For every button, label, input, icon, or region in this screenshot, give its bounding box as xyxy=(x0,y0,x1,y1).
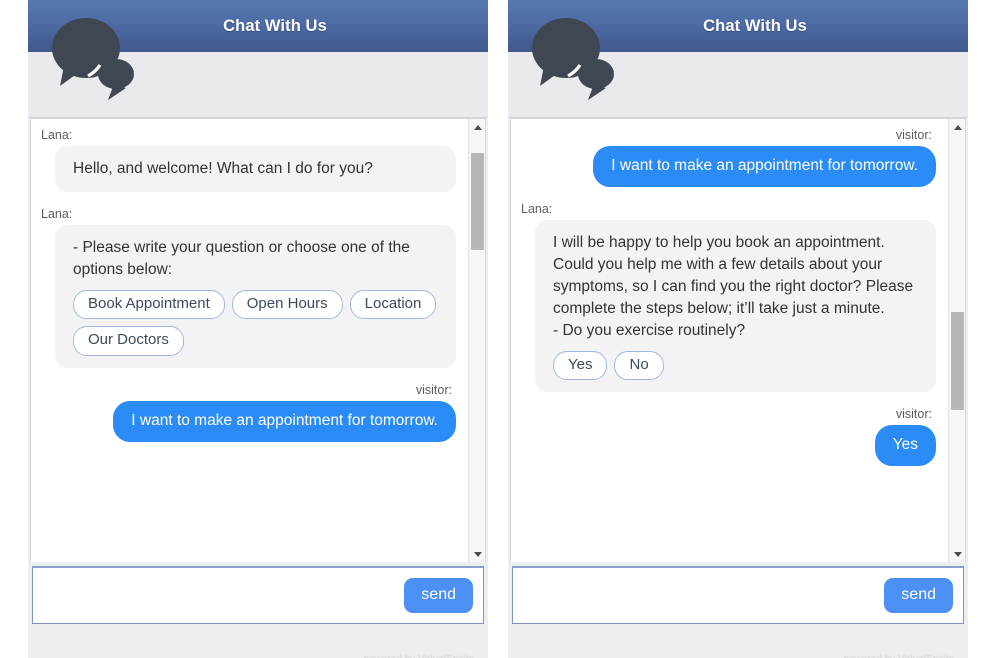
chat-subheader-band-right xyxy=(508,52,968,118)
quick-reply-options: Yes No xyxy=(553,350,920,381)
chat-subheader-band-left xyxy=(28,52,488,118)
message-sender-label: visitor: xyxy=(895,128,932,142)
send-button-left[interactable]: send xyxy=(404,578,473,613)
send-button-right[interactable]: send xyxy=(884,578,953,613)
message-area-right: visitor: I want to make an appointment f… xyxy=(510,118,966,562)
message-sender-label: Lana: xyxy=(41,206,73,221)
option-no[interactable]: No xyxy=(614,350,664,381)
message-sender-label: Lana: xyxy=(41,128,73,142)
brand-credit: powered by VirtualSpirits xyxy=(844,654,954,658)
option-book-appointment[interactable]: Book Appointment xyxy=(73,289,225,320)
bot-message-bubble: I will be happy to help you book an appo… xyxy=(535,219,936,393)
scroll-down-arrow-icon[interactable] xyxy=(949,546,965,562)
message-list-left: Lana: Hello, and welcome! What can I do … xyxy=(31,119,468,562)
composer-right: send xyxy=(508,562,968,626)
bot-message-bubble: Hello, and welcome! What can I do for yo… xyxy=(55,145,456,192)
option-yes[interactable]: Yes xyxy=(553,350,608,381)
chat-header-left: Chat With Us xyxy=(28,0,488,100)
message-row: Lana: Hello, and welcome! What can I do … xyxy=(41,128,456,192)
message-row: Lana: - Please write your question or ch… xyxy=(41,206,456,368)
composer-left: send xyxy=(28,562,488,626)
user-message-row: I want to make an appointment for tomorr… xyxy=(521,145,936,187)
message-list-right: visitor: I want to make an appointment f… xyxy=(511,119,948,562)
message-sender-label: visitor: xyxy=(895,407,932,422)
user-message-bubble: I want to make an appointment for tomorr… xyxy=(593,145,936,187)
message-row: Lana: I will be happy to help you book a… xyxy=(521,201,936,393)
bot-message-bubble: - Please write your question or choose o… xyxy=(55,224,456,368)
scroll-up-arrow-icon[interactable] xyxy=(469,119,485,135)
option-our-doctors[interactable]: Our Doctors xyxy=(73,326,184,356)
scroll-up-arrow-icon[interactable] xyxy=(949,119,965,135)
message-sender-label: visitor: xyxy=(415,383,452,397)
message-scrollbar-right[interactable] xyxy=(948,119,965,562)
composer-input-box: send xyxy=(32,566,484,624)
chat-widget-right: Chat With Us visitor: I want to make an … xyxy=(508,0,968,658)
message-input-right[interactable] xyxy=(513,568,885,623)
message-text: - Do you exercise routinely? xyxy=(553,321,746,339)
user-message-row: Yes xyxy=(521,425,936,467)
option-location[interactable]: Location xyxy=(349,289,437,320)
message-row: visitor: I want to make an appointment f… xyxy=(41,383,456,442)
chat-footer-left: powered by VirtualSpirits xyxy=(28,626,488,658)
user-message-bubble: Yes xyxy=(874,425,936,467)
scroll-down-arrow-icon[interactable] xyxy=(469,546,485,562)
composer-input-box: send xyxy=(512,566,964,624)
scrollbar-thumb[interactable] xyxy=(951,312,964,410)
message-input-left[interactable] xyxy=(33,568,405,623)
message-text: I will be happy to help you book an appo… xyxy=(553,233,885,251)
chat-widget-left: Chat With Us Lana: Hello, and welcome! W… xyxy=(28,0,488,658)
message-row: visitor: I want to make an appointment f… xyxy=(521,128,936,187)
chat-footer-right: powered by VirtualSpirits xyxy=(508,626,968,658)
page-root: Chat With Us Lana: Hello, and welcome! W… xyxy=(0,0,1006,658)
user-message-bubble: I want to make an appointment for tomorr… xyxy=(113,400,456,442)
message-text: Could you help me with a few details abo… xyxy=(553,255,914,317)
message-sender-label: Lana: xyxy=(521,201,553,216)
chat-header-right: Chat With Us xyxy=(508,0,968,100)
chat-title-right: Chat With Us xyxy=(703,16,807,35)
message-text: - Please write your question or choose o… xyxy=(73,238,410,278)
scrollbar-thumb[interactable] xyxy=(471,152,484,251)
message-area-left: Lana: Hello, and welcome! What can I do … xyxy=(30,118,486,562)
option-open-hours[interactable]: Open Hours xyxy=(231,289,343,320)
message-scrollbar-left[interactable] xyxy=(468,119,485,562)
message-text: Hello, and welcome! What can I do for yo… xyxy=(73,159,373,177)
chat-title-left: Chat With Us xyxy=(223,16,327,35)
message-row: visitor: Yes xyxy=(521,407,936,467)
user-message-row: I want to make an appointment for tomorr… xyxy=(41,400,456,442)
brand-credit: powered by VirtualSpirits xyxy=(364,654,474,658)
quick-reply-options: Book Appointment Open Hours Location Our… xyxy=(73,289,440,356)
